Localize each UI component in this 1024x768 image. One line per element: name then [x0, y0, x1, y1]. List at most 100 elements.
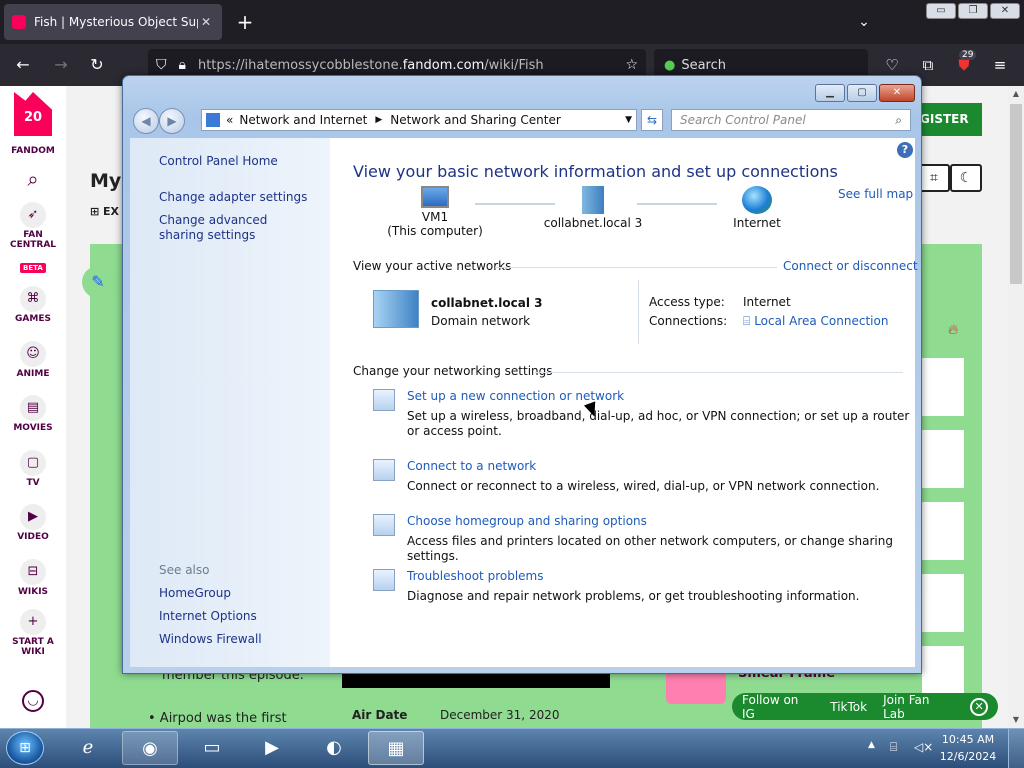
edit-pencil-icon[interactable]: ✎	[82, 266, 114, 298]
user-avatar-icon[interactable]: ◡	[0, 690, 66, 714]
shield-icon[interactable]: ⛉	[156, 57, 167, 73]
anime-face-icon: ☺	[20, 341, 46, 367]
volume-muted-icon[interactable]: ◁×	[914, 740, 933, 754]
control-panel-taskbar-icon[interactable]: ▦	[368, 731, 424, 765]
clock-date[interactable]: 12/6/2024	[938, 750, 998, 763]
join-fan-lab-link[interactable]: Join Fan Lab	[883, 693, 954, 721]
network-tray-icon[interactable]: ⌸	[890, 740, 897, 755]
troubleshoot-link[interactable]: Troubleshoot problems	[407, 569, 543, 583]
windows-firewall-link[interactable]: Windows Firewall	[159, 632, 262, 646]
follow-ig-link[interactable]: Follow on IG	[742, 693, 814, 721]
map-node-computer[interactable]: VM1 (This computer)	[385, 186, 485, 238]
sidebar-card	[922, 574, 964, 632]
map-node-domain[interactable]: collabnet.local 3	[543, 186, 643, 230]
search-icon[interactable]: ⌕	[0, 166, 66, 194]
nav-anime[interactable]: ☺ ANIME	[0, 341, 66, 379]
help-icon[interactable]: ?	[897, 142, 913, 158]
dark-mode-moon-icon[interactable]: ☾	[950, 164, 982, 192]
show-hidden-icons-icon[interactable]: ▲	[868, 740, 875, 750]
lock-icon[interactable]: 🔒︎	[179, 57, 186, 73]
nav-movies[interactable]: ▤ MOVIES	[0, 395, 66, 433]
browser-restore-button[interactable]: ❐	[958, 3, 988, 19]
map-node-name: Internet	[733, 216, 781, 230]
pocket-icon[interactable]: ♡	[880, 53, 904, 77]
start-button[interactable]: ⊞	[6, 731, 44, 765]
change-adapter-settings-link[interactable]: Change adapter settings	[159, 190, 307, 204]
internet-options-link[interactable]: Internet Options	[159, 609, 257, 623]
cp-close-button[interactable]: ✕	[879, 84, 915, 102]
app-icon[interactable]: ◐	[306, 731, 362, 765]
connect-to-network-desc: Connect or reconnect to a wireless, wire…	[407, 479, 880, 493]
refresh-icon[interactable]: ⇆	[641, 109, 663, 131]
scroll-up-arrow-icon[interactable]: ▲	[1008, 86, 1024, 102]
file-explorer-icon[interactable]: ▭	[184, 731, 240, 765]
browser-close-button[interactable]: ✕	[990, 3, 1020, 19]
close-icon[interactable]: ✕	[970, 697, 988, 716]
list-all-tabs-button[interactable]: ⌄	[852, 10, 876, 34]
media-player-icon[interactable]: ▶	[244, 731, 300, 765]
tab-close-icon[interactable]: ✕	[198, 15, 214, 29]
cp-maximize-button[interactable]: ▢	[847, 84, 877, 102]
extensions-puzzle-icon[interactable]: ⧉	[916, 53, 940, 77]
globe-icon	[742, 186, 772, 214]
active-network-type[interactable]: Domain network	[431, 314, 530, 328]
page-scrollbar-thumb[interactable]	[1010, 104, 1022, 284]
firefox-icon[interactable]: ◉	[122, 731, 178, 765]
back-arrow-icon[interactable]: ←	[10, 53, 36, 77]
domain-network-icon[interactable]	[373, 290, 419, 328]
internet-explorer-icon[interactable]: ℯ	[60, 731, 116, 765]
search-icon[interactable]: ⌕	[895, 113, 902, 128]
change-advanced-sharing-link[interactable]: Change advanced sharing settings	[159, 213, 309, 243]
control-panel-home-link[interactable]: Control Panel Home	[159, 154, 278, 168]
show-desktop-button[interactable]	[1008, 729, 1024, 768]
breadcrumb-network-sharing[interactable]: Network and Sharing Center	[390, 113, 561, 127]
nav-video[interactable]: ▶ VIDEO	[0, 504, 66, 542]
wiki-explore-menu[interactable]: ⊞ EX	[90, 205, 119, 218]
nav-wikis[interactable]: ⊟ WIKIS	[0, 559, 66, 597]
forward-arrow-icon[interactable]: →	[48, 53, 74, 77]
local-area-connection-link[interactable]: ⌸ Local Area Connection	[743, 314, 888, 329]
search-placeholder: Search	[681, 57, 727, 73]
map-node-internet[interactable]: Internet	[717, 186, 797, 230]
section-divider	[495, 267, 777, 268]
cp-address-bar[interactable]: « Network and Internet ▶ Network and Sha…	[201, 109, 637, 131]
bookmark-star-icon[interactable]: ☆	[625, 57, 638, 73]
cp-minimize-button[interactable]: ▁	[815, 84, 845, 102]
nav-games[interactable]: ⌘ GAMES	[0, 286, 66, 324]
section-divider	[535, 372, 903, 373]
scroll-down-arrow-icon[interactable]: ▼	[1008, 712, 1024, 728]
nav-start-wiki[interactable]: + START A WIKI	[0, 609, 66, 657]
discussion-icon[interactable]: ⌗	[918, 164, 950, 192]
access-type-value: Internet	[743, 295, 791, 309]
browser-minimize-button[interactable]: ▭	[926, 3, 956, 19]
browser-tab-active[interactable]: Fish | Mysterious Object Super ✕	[4, 4, 222, 40]
breadcrumb-network-internet[interactable]: Network and Internet	[239, 113, 367, 127]
cp-back-button[interactable]: ◀	[133, 108, 159, 134]
connect-or-disconnect-link[interactable]: Connect or disconnect	[783, 259, 918, 273]
breadcrumb-overflow[interactable]: «	[226, 113, 233, 127]
book-icon: ⊟	[20, 559, 46, 585]
reload-icon[interactable]: ↻	[84, 53, 110, 77]
cp-forward-button[interactable]: ▶	[159, 108, 185, 134]
setup-new-connection-link[interactable]: Set up a new connection or network	[407, 389, 624, 403]
menu-hamburger-icon[interactable]: ≡	[988, 53, 1012, 77]
nav-fan-central[interactable]: ➶ FAN CENTRAL	[0, 202, 66, 250]
change-settings-heading: Change your networking settings	[353, 364, 553, 378]
tiktok-link[interactable]: TikTok	[830, 700, 867, 714]
nav-tv[interactable]: ▢ TV	[0, 450, 66, 488]
clock-time[interactable]: 10:45 AM	[938, 733, 998, 746]
address-dropdown-icon[interactable]: ▼	[625, 115, 632, 125]
connect-to-network-link[interactable]: Connect to a network	[407, 459, 536, 473]
new-tab-button[interactable]: +	[234, 10, 256, 34]
breadcrumb-chevron-icon[interactable]: ▶	[375, 115, 382, 125]
search-control-panel-input[interactable]: Search Control Panel ⌕	[671, 109, 911, 131]
troubleshoot-desc: Diagnose and repair network problems, or…	[407, 589, 860, 603]
wiki-explore-label: EX	[103, 205, 120, 218]
register-button[interactable]: GISTER	[916, 103, 982, 136]
setup-new-connection-desc: Set up a wireless, broadband, dial-up, a…	[407, 409, 910, 438]
play-icon: ▶	[20, 504, 46, 530]
see-full-map-link[interactable]: See full map	[838, 187, 913, 201]
homegroup-sharing-link[interactable]: Choose homegroup and sharing options	[407, 514, 647, 528]
homegroup-link[interactable]: HomeGroup	[159, 586, 231, 600]
sidebar-card	[922, 358, 964, 416]
